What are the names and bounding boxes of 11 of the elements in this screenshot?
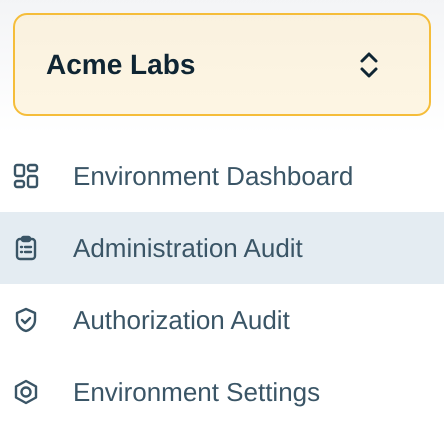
organization-switcher[interactable]: Acme Labs <box>13 13 431 116</box>
nav-item[interactable]: Administration Audit <box>0 212 444 284</box>
nav-item[interactable]: Environment Settings <box>0 356 444 428</box>
grid-icon <box>13 163 39 189</box>
shield-check-icon <box>13 307 39 333</box>
hexagon-settings-icon <box>13 379 39 405</box>
chevron-up-down-icon <box>359 50 379 78</box>
nav-item[interactable]: Environment Dashboard <box>0 140 444 212</box>
clipboard-icon <box>13 235 39 261</box>
organization-name: Acme Labs <box>46 48 196 82</box>
nav-item[interactable]: Authorization Audit <box>0 284 444 356</box>
